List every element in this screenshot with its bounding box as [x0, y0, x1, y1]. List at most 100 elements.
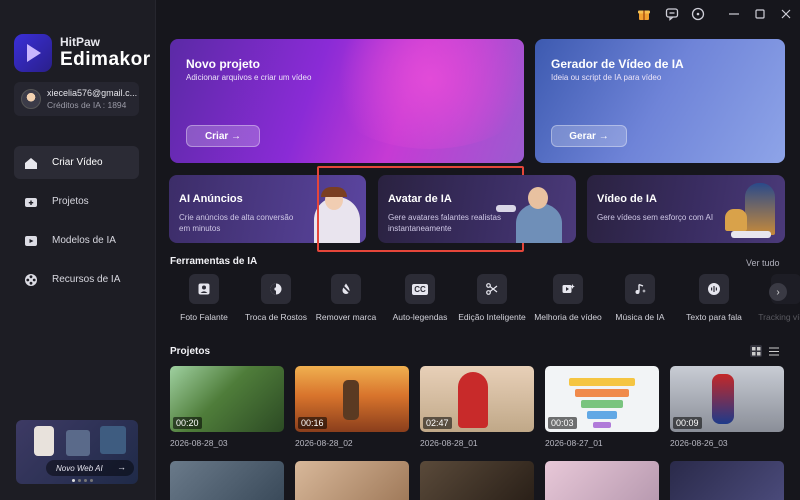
project-thumbnail[interactable] — [295, 461, 409, 500]
tool-label: Texto para fala — [686, 312, 742, 322]
painting-portrait-image — [745, 183, 775, 235]
promo-cta[interactable]: Novo Web AI → — [46, 460, 134, 476]
cat-image — [725, 209, 747, 231]
projects-section-title: Projetos — [170, 346, 211, 357]
generate-button[interactable]: Gerar → — [551, 125, 627, 147]
view-toggle — [750, 345, 784, 359]
project-date: 2026-08-26_03 — [670, 438, 728, 448]
red-hood-figure — [458, 372, 488, 428]
tools-section-title: Ferramentas de IA — [170, 256, 258, 267]
carousel-dot[interactable] — [78, 479, 81, 482]
card-title: Vídeo de IA — [597, 193, 657, 205]
project-thumbnail[interactable] — [170, 461, 284, 500]
tool-label: Melhoria de vídeo — [534, 312, 602, 322]
project-date: 2026-08-28_03 — [170, 438, 228, 448]
sidebar-nav: Criar Vídeo Projetos Modelos de IA Recur… — [14, 146, 139, 302]
smart-edit-icon — [477, 274, 507, 304]
model-chips — [731, 231, 771, 238]
carousel-dot[interactable] — [72, 479, 75, 482]
project-thumbnail[interactable] — [420, 461, 534, 500]
card-subtitle: Adicionar arquivos e criar um vídeo — [186, 73, 312, 82]
carousel-dot[interactable] — [90, 479, 93, 482]
duration-badge: 00:16 — [298, 417, 327, 429]
promo-banner[interactable]: Novo Web AI → — [16, 420, 138, 484]
project-date: 2026-08-28_01 — [420, 438, 478, 448]
account-credits: Créditos de IA : 1894 — [47, 100, 127, 110]
template-icon — [24, 234, 38, 248]
create-button[interactable]: Criar → — [186, 125, 260, 147]
project-thumbnail[interactable] — [545, 461, 659, 500]
sidebar-item-modelos[interactable]: Modelos de IA — [14, 224, 139, 257]
ai-video-generator-card[interactable]: Gerador de Vídeo de IA Ideia ou script d… — [535, 39, 785, 163]
tool-label: Troca de Rostos — [244, 312, 308, 322]
tool-label: Remover marca — [315, 312, 377, 322]
brand-big: Edimakor — [60, 49, 151, 70]
cc-icon: CC — [405, 274, 435, 304]
presenter-face — [528, 187, 548, 209]
sidebar-item-label: Recursos de IA — [52, 274, 121, 285]
project-thumbnail[interactable]: 02:47 — [420, 366, 534, 432]
arrow-right-icon: → — [117, 462, 126, 472]
character-figure — [343, 380, 359, 420]
home-icon — [24, 156, 38, 170]
ai-video-card[interactable]: Vídeo de IA Gere vídeos sem esforço com … — [587, 175, 785, 243]
video-enhance-icon — [553, 274, 583, 304]
main-content: Novo projeto Adicionar arquivos e criar … — [156, 0, 800, 500]
card-title: Gerador de Vídeo de IA — [551, 57, 684, 71]
avatar[interactable] — [21, 89, 41, 109]
list-view-icon[interactable] — [768, 345, 780, 357]
film-reel-icon — [24, 273, 38, 287]
carousel-dot[interactable] — [84, 479, 87, 482]
cc-glyph: CC — [412, 283, 428, 295]
project-date: 2026-08-28_02 — [295, 438, 353, 448]
duration-badge: 00:03 — [548, 417, 577, 429]
talking-photo-icon — [189, 274, 219, 304]
tool-remove-watermark[interactable]: Remover marca — [306, 272, 386, 323]
see-all-link[interactable]: Ver tudo — [746, 258, 780, 268]
promo-image — [100, 426, 126, 454]
tool-auto-subtitles[interactable]: CC Auto-legendas — [380, 272, 460, 323]
promo-image — [66, 430, 90, 456]
project-thumbnail[interactable]: 00:03 — [545, 366, 659, 432]
project-thumbnail[interactable]: 00:16 — [295, 366, 409, 432]
grid-view-icon[interactable] — [750, 345, 762, 357]
ai-tools-row: Foto Falante Troca de Rostos Remover mar… — [170, 272, 800, 342]
duration-badge: 02:47 — [423, 417, 452, 429]
face-swap-icon — [261, 274, 291, 304]
carousel-dots — [72, 479, 93, 482]
sidebar: HitPaw Edimakor xiecelia576@gmail.c... C… — [0, 0, 156, 500]
tool-ai-music[interactable]: Música de IA — [600, 272, 680, 323]
brand-small: HitPaw — [60, 35, 101, 49]
new-project-card[interactable]: Novo projeto Adicionar arquivos e criar … — [170, 39, 524, 163]
sidebar-item-criar-video[interactable]: Criar Vídeo — [14, 146, 139, 179]
tool-text-to-speech[interactable]: Texto para fala — [674, 272, 754, 323]
tts-icon — [699, 274, 729, 304]
promo-label: Novo Web AI — [56, 463, 103, 473]
avatar-presenter-image — [516, 203, 562, 243]
account-email: xiecelia576@gmail.c... — [47, 88, 138, 98]
tool-smart-edit[interactable]: Edição Inteligente — [452, 272, 532, 323]
sidebar-item-label: Modelos de IA — [52, 235, 116, 246]
duration-badge: 00:09 — [673, 417, 702, 429]
project-thumbnail[interactable]: 00:20 — [170, 366, 284, 432]
tool-talking-photo[interactable]: Foto Falante — [164, 272, 244, 323]
sidebar-item-projetos[interactable]: Projetos — [14, 185, 139, 218]
tool-face-swap[interactable]: Troca de Rostos — [236, 272, 316, 323]
ai-avatar-card[interactable]: Avatar de IA Gere avatares falantes real… — [378, 175, 576, 243]
card-subtitle: Crie anúncios de alta conversão em minut… — [179, 213, 294, 233]
project-thumbnail[interactable] — [670, 461, 784, 500]
hero-figure — [712, 374, 734, 424]
remove-watermark-icon — [331, 274, 361, 304]
sidebar-item-recursos[interactable]: Recursos de IA — [14, 263, 139, 296]
tools-next-button[interactable]: › — [769, 283, 787, 301]
music-icon — [625, 274, 655, 304]
card-subtitle: Gere avatares falantes realistas instant… — [388, 213, 501, 233]
account-card[interactable]: xiecelia576@gmail.c... Créditos de IA : … — [14, 82, 139, 116]
promo-image — [34, 426, 54, 456]
project-thumbnail[interactable]: 00:09 — [670, 366, 784, 432]
card-title: Avatar de IA — [388, 193, 452, 205]
app-logo: HitPaw Edimakor — [14, 34, 151, 72]
card-title: Novo projeto — [186, 57, 260, 71]
tool-video-enhance[interactable]: Melhoria de vídeo — [528, 272, 608, 323]
tool-label: Foto Falante — [180, 312, 228, 322]
